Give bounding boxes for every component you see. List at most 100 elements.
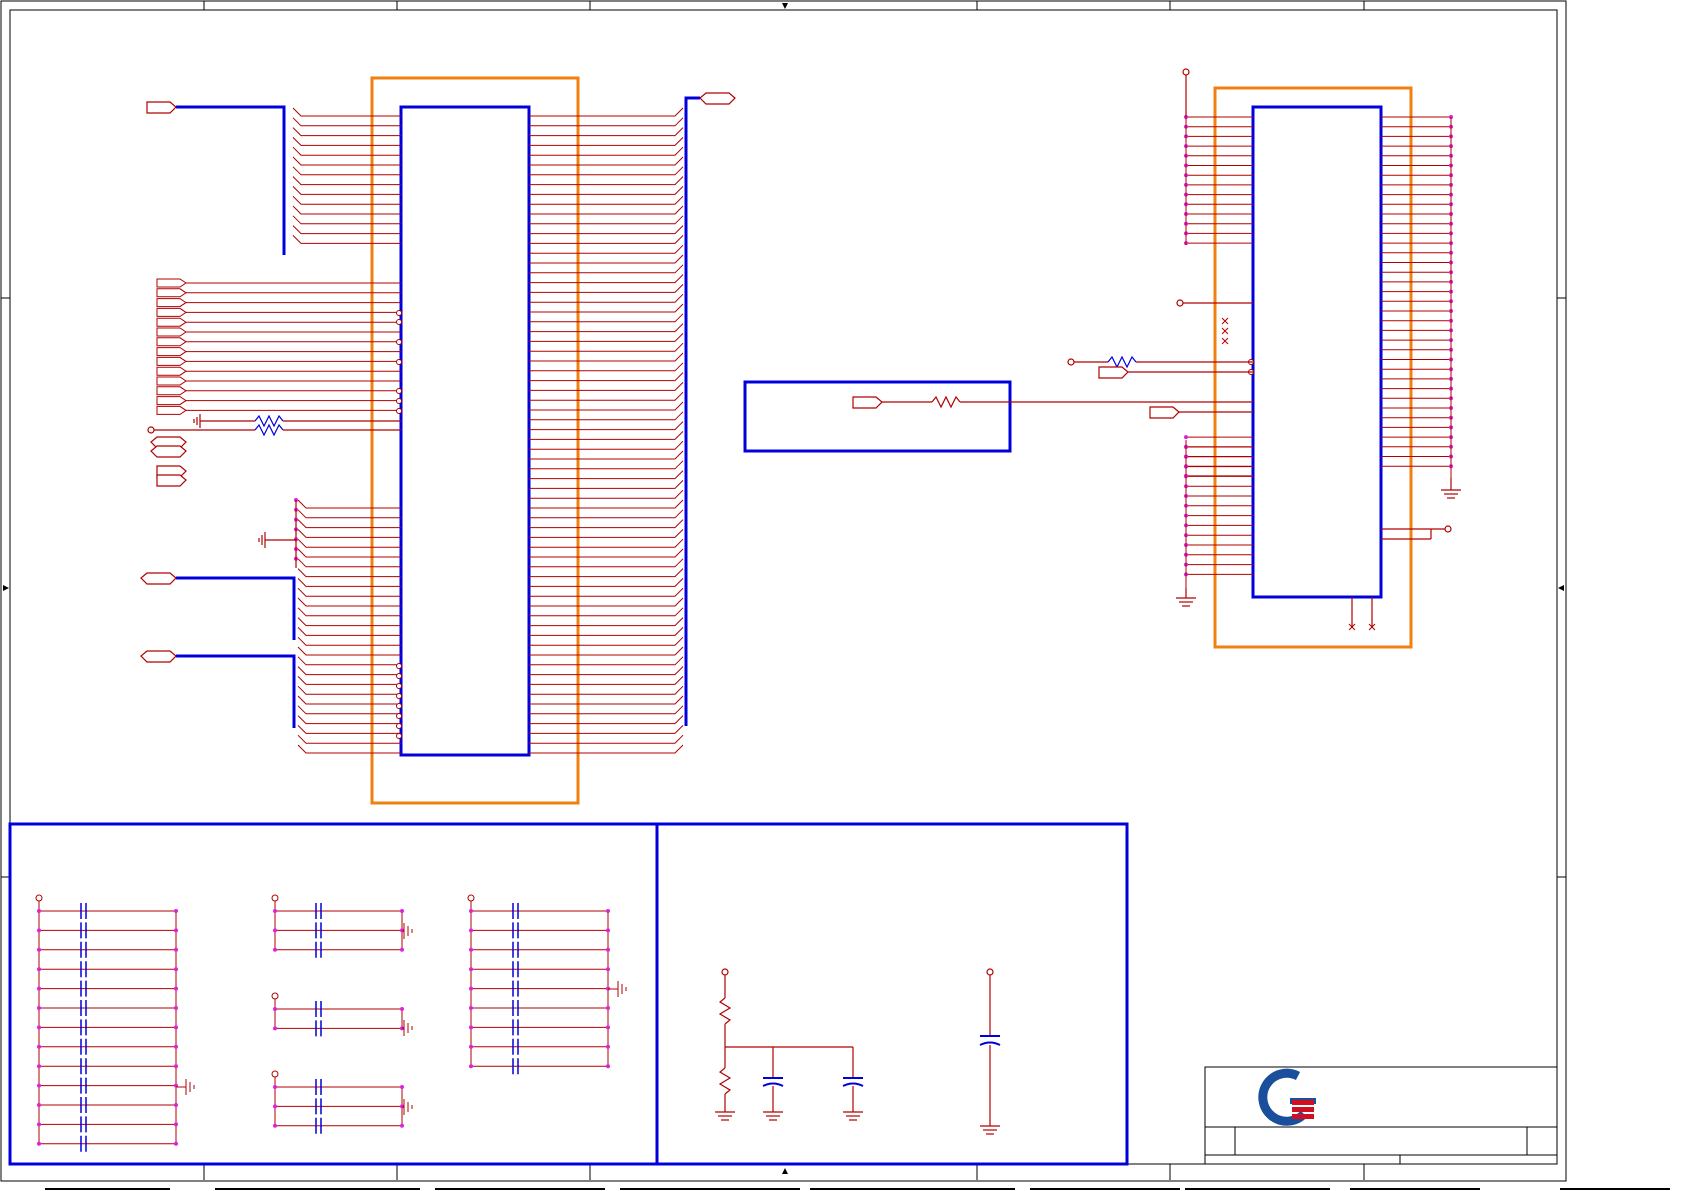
left-pin-wire-left <box>297 568 401 578</box>
left-pin-wire-left <box>292 117 401 127</box>
pin-circle <box>396 310 402 316</box>
left-pin-wire-right <box>529 440 684 450</box>
left-pin-wire-left <box>297 509 401 519</box>
left-pin-wire-right <box>529 146 684 156</box>
left-pin-wire-left <box>297 676 401 685</box>
left-pin-wire-right <box>529 548 684 558</box>
signal-flag <box>156 366 187 376</box>
pin-circle <box>396 723 402 729</box>
bus-line <box>176 654 296 728</box>
left-pin-wire-left <box>297 607 401 617</box>
pin-dot <box>174 967 178 972</box>
reference-divider <box>718 968 1001 1126</box>
left-pin-wire-right <box>529 411 684 421</box>
left-pin-wire-right <box>529 284 684 293</box>
decoupling-panel <box>8 822 659 1166</box>
pin-dot <box>400 1007 404 1011</box>
ground-symbol-icon <box>1176 588 1196 607</box>
left-pin-wire-right <box>529 744 684 754</box>
left-pin-wire-left <box>292 127 401 137</box>
ground-symbol-icon <box>763 1111 783 1121</box>
right-connector-body <box>1251 105 1383 599</box>
left-pin-wire-right <box>529 333 684 342</box>
pin-dot <box>273 1123 277 1128</box>
pin-circle <box>396 359 402 365</box>
ground-symbol-icon <box>1441 478 1461 499</box>
left-pin-wire-right <box>529 205 684 215</box>
bus-line <box>684 96 700 726</box>
left-pin-wire-left <box>297 548 401 558</box>
left-pin-wire-right <box>529 176 684 186</box>
left-pin-wire-right <box>529 421 684 431</box>
pin-circle <box>396 339 402 345</box>
signal-flag <box>156 376 187 386</box>
resistor-icon <box>718 997 732 1025</box>
ground-symbol-icon <box>185 1079 195 1095</box>
pin-dot <box>37 1083 41 1088</box>
pin-dot <box>273 947 277 952</box>
ground-symbol-icon <box>403 923 413 939</box>
left-pin-wire-right <box>529 137 684 146</box>
signal-flag <box>156 337 187 347</box>
left-pin-wire-right <box>529 254 684 264</box>
net-label-b <box>150 445 187 458</box>
pin-dot <box>174 1064 178 1069</box>
pin-dot <box>273 1007 277 1011</box>
pin-dot <box>174 1122 178 1127</box>
left-pin-wire-right <box>529 597 684 607</box>
left-pin-wire-right <box>529 715 684 725</box>
left-pin-wire-right <box>529 636 684 646</box>
bus-line <box>176 105 286 255</box>
left-pin-wire-right <box>529 107 684 117</box>
pin-circle <box>396 733 402 739</box>
pin-dot <box>174 928 178 933</box>
signal-flag <box>156 386 187 396</box>
left-pin-wire-right <box>529 656 684 666</box>
left-pin-wire-right <box>529 695 684 705</box>
pin-dot <box>1184 435 1188 440</box>
signal-flag <box>156 278 187 288</box>
left-pin-wire-right <box>529 323 684 333</box>
left-pin-wire-right <box>529 558 684 568</box>
pin-dot <box>174 986 178 991</box>
left-pin-wire-left <box>297 636 401 646</box>
left-pin-wire-right <box>529 470 684 480</box>
power-rail-icon <box>271 894 279 902</box>
pin-dot <box>37 1141 41 1146</box>
ground-symbol-icon <box>980 1125 1000 1135</box>
left-pin-wire-right <box>529 382 684 391</box>
ground-symbol-icon <box>403 1020 413 1036</box>
left-pin-wire-right <box>529 480 684 489</box>
pin-dot <box>606 909 610 913</box>
ground-symbol-icon <box>715 1111 735 1121</box>
left-pin-wire-left <box>297 685 401 695</box>
pin-circle <box>396 673 402 679</box>
left-pin-wire-right <box>529 607 684 617</box>
left-pin-wire-left <box>297 538 401 548</box>
left-pin-wire-left <box>297 705 401 715</box>
pin-dot <box>273 1026 277 1031</box>
left-pin-wire-left <box>297 597 401 607</box>
no-connect-marks <box>1221 317 1376 631</box>
pin-dot <box>469 1006 473 1010</box>
pin-dot <box>400 947 404 952</box>
left-pin-wire-left <box>297 627 401 636</box>
left-pin-wire-left <box>297 656 401 666</box>
pin-dot <box>37 967 41 972</box>
net-label-bus-right <box>699 92 736 105</box>
left-pin-wire-right <box>529 195 684 205</box>
pin-dot <box>400 909 404 913</box>
signal-flag <box>156 347 187 357</box>
pin-circle <box>396 388 402 394</box>
left-pin-wire-right <box>529 127 684 137</box>
left-pin-wire-left <box>297 519 401 529</box>
left-pin-wire-right <box>529 568 684 578</box>
left-pin-wire-right <box>529 431 684 440</box>
pin-dot <box>400 1085 404 1089</box>
pin-circle <box>396 683 402 689</box>
pin-dot <box>37 1122 41 1127</box>
left-pin-wire-right <box>529 617 684 627</box>
net-label-bus-top <box>146 101 177 114</box>
resistor-icon <box>931 395 961 409</box>
left-pin-wire-left <box>297 715 401 725</box>
